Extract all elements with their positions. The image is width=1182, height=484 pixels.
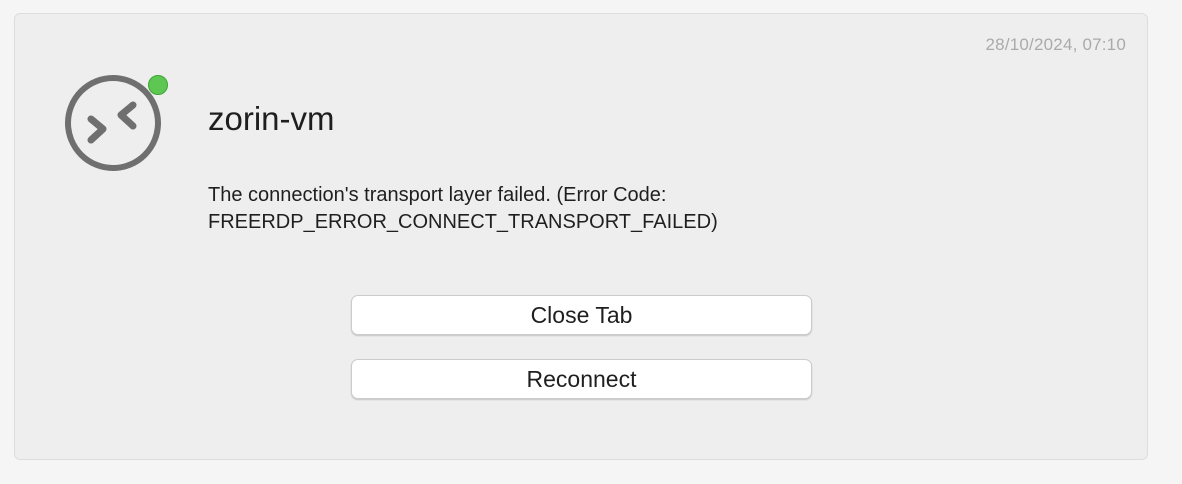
error-message-line-2: FREERDP_ERROR_CONNECT_TRANSPORT_FAILED) bbox=[208, 211, 718, 233]
connection-error-panel: 28/10/2024, 07:10 zorin-vm The connectio… bbox=[14, 13, 1148, 460]
error-message-line-1: The connection's transport layer failed.… bbox=[208, 184, 667, 206]
close-tab-button[interactable]: Close Tab bbox=[351, 295, 812, 335]
error-message: The connection's transport layer failed.… bbox=[208, 182, 828, 236]
timestamp: 28/10/2024, 07:10 bbox=[985, 35, 1126, 54]
host-name: zorin-vm bbox=[208, 100, 335, 137]
online-status-dot bbox=[148, 75, 168, 95]
reconnect-button[interactable]: Reconnect bbox=[351, 359, 812, 399]
